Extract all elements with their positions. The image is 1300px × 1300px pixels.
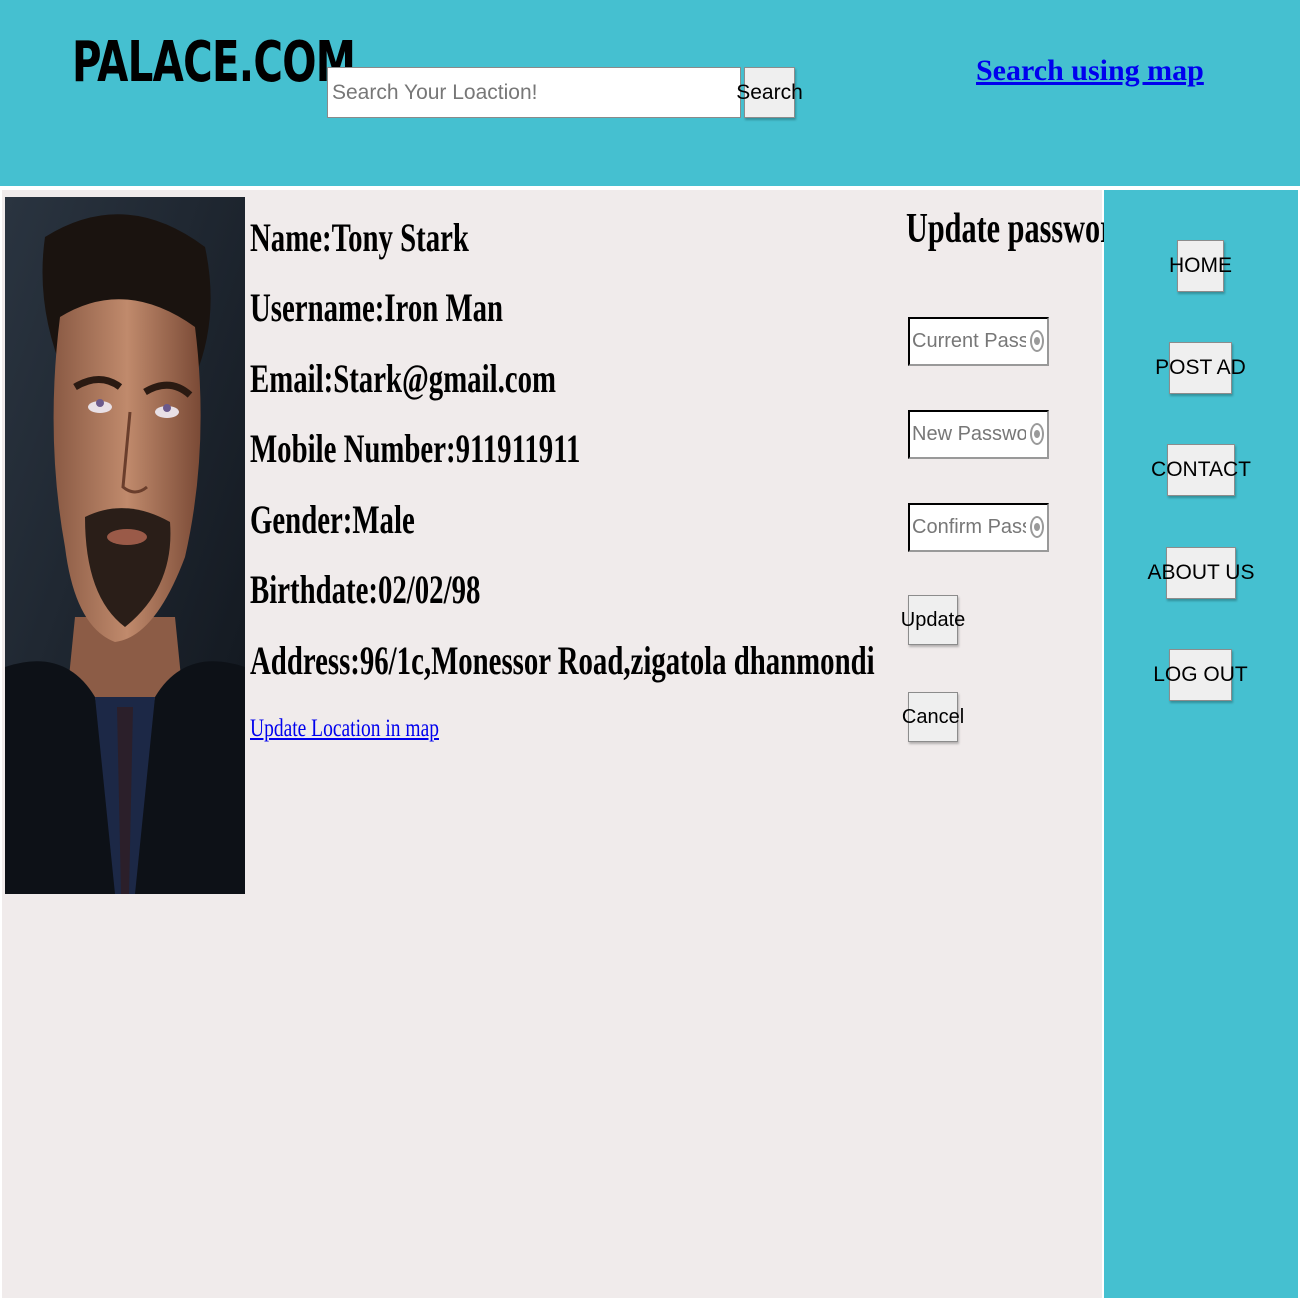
new-password-field[interactable]: [908, 410, 1049, 459]
site-logo[interactable]: PALACE.COM: [72, 30, 356, 95]
profile-gender: Gender:Male: [250, 497, 415, 542]
profile-birthdate: Birthdate:02/02/98: [250, 567, 481, 612]
nav-log-out-button[interactable]: LOG OUT: [1153, 649, 1248, 701]
nav-contact-button[interactable]: CONTACT: [1151, 444, 1251, 496]
nav-home-button[interactable]: HOME: [1169, 240, 1232, 292]
profile-email: Email:Stark@gmail.com: [250, 356, 556, 401]
profile-username: Username:Iron Man: [250, 285, 504, 330]
header: PALACE.COM Search Search using map: [0, 0, 1300, 186]
profile-name: Name:Tony Stark: [250, 215, 469, 260]
eye-icon[interactable]: [1030, 516, 1044, 538]
profile-address: Address:96/1c,Monessor Road,zigatola dha…: [250, 638, 875, 683]
profile-mobile: Mobile Number:911911911: [250, 426, 581, 471]
cancel-button[interactable]: Cancel: [902, 692, 964, 742]
nav-post-ad-button[interactable]: POST AD: [1155, 342, 1246, 394]
current-password-field[interactable]: [908, 317, 1049, 366]
current-password-input[interactable]: [910, 319, 1028, 364]
confirm-password-field[interactable]: [908, 503, 1049, 552]
confirm-password-input[interactable]: [910, 505, 1028, 550]
search-using-map-link[interactable]: Search using map: [976, 54, 1204, 88]
nav-about-us-button[interactable]: ABOUT US: [1148, 547, 1254, 599]
profile-photo: [5, 197, 245, 894]
eye-icon[interactable]: [1030, 330, 1044, 352]
update-button[interactable]: Update: [901, 595, 965, 645]
search-input[interactable]: [327, 67, 741, 118]
update-password-title: Update password: [906, 206, 1131, 252]
search-button[interactable]: Search: [736, 67, 803, 118]
eye-icon[interactable]: [1030, 423, 1044, 445]
new-password-input[interactable]: [910, 412, 1028, 457]
update-location-link[interactable]: Update Location in map: [250, 715, 439, 743]
